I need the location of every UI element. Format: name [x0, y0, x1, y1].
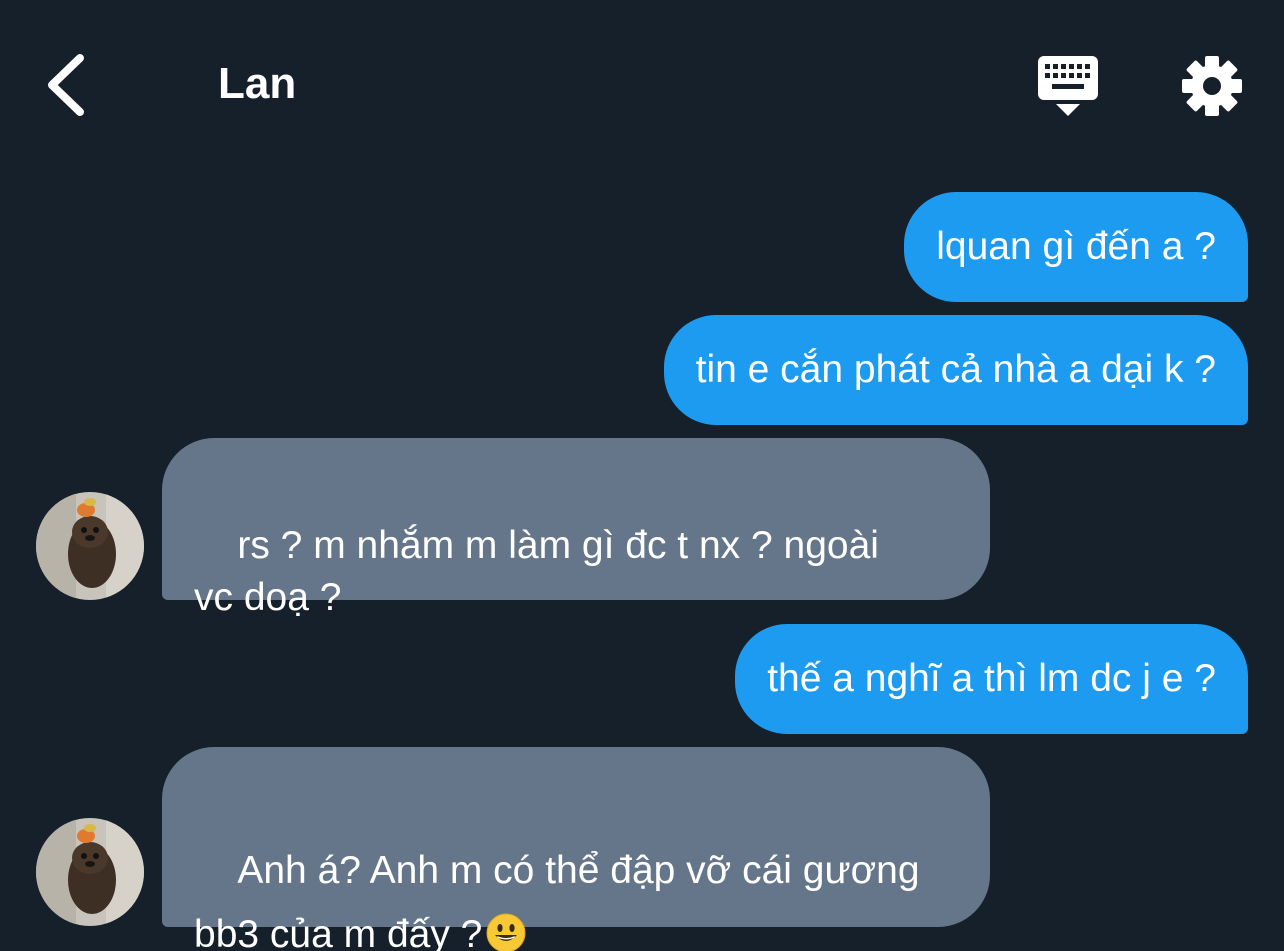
message-bubble-received[interactable]: rs ? m nhắm m làm gì đc t nx ? ngoài vc … — [162, 438, 990, 619]
message-text: lquan gì đến a ? — [936, 225, 1216, 268]
message-text: rs ? m nhắm m làm gì đc t nx ? ngoài vc … — [194, 524, 879, 619]
conversation-header: Lan — [0, 0, 1284, 170]
message-bubble-sent[interactable]: thế a nghĩ a thì lm dc j e ? — [735, 624, 1248, 734]
dog-avatar-image — [36, 492, 144, 600]
message-bubble-sent[interactable]: tin e cắn phát cả nhà a dại k ? — [663, 315, 1248, 425]
back-button[interactable] — [38, 50, 98, 120]
settings-button[interactable] — [1180, 54, 1244, 118]
avatar[interactable] — [36, 818, 144, 926]
message-text: Anh á? Anh m có thể đập vỡ cái gương bb3… — [194, 849, 920, 951]
conversation-title[interactable]: Lan — [218, 58, 296, 110]
keyboard-button[interactable] — [1034, 54, 1102, 118]
message-text: thế a nghĩ a thì lm dc j e ? — [767, 657, 1216, 700]
message-text: tin e cắn phát cả nhà a dại k ? — [695, 348, 1216, 391]
dm-conversation-screen: Lan lquan gì đến a ? tin e cắn phát cả n… — [0, 0, 1284, 951]
message-bubble-received[interactable]: Anh á? Anh m có thể đập vỡ cái gương bb3… — [162, 747, 990, 951]
avatar[interactable] — [36, 492, 144, 600]
chevron-left-icon — [48, 54, 84, 116]
keyboard-icon — [1038, 56, 1098, 116]
gear-icon — [1182, 56, 1242, 116]
dog-avatar-image — [36, 818, 144, 926]
grinning-face-emoji — [486, 913, 526, 951]
message-bubble-sent[interactable]: lquan gì đến a ? — [904, 192, 1248, 302]
